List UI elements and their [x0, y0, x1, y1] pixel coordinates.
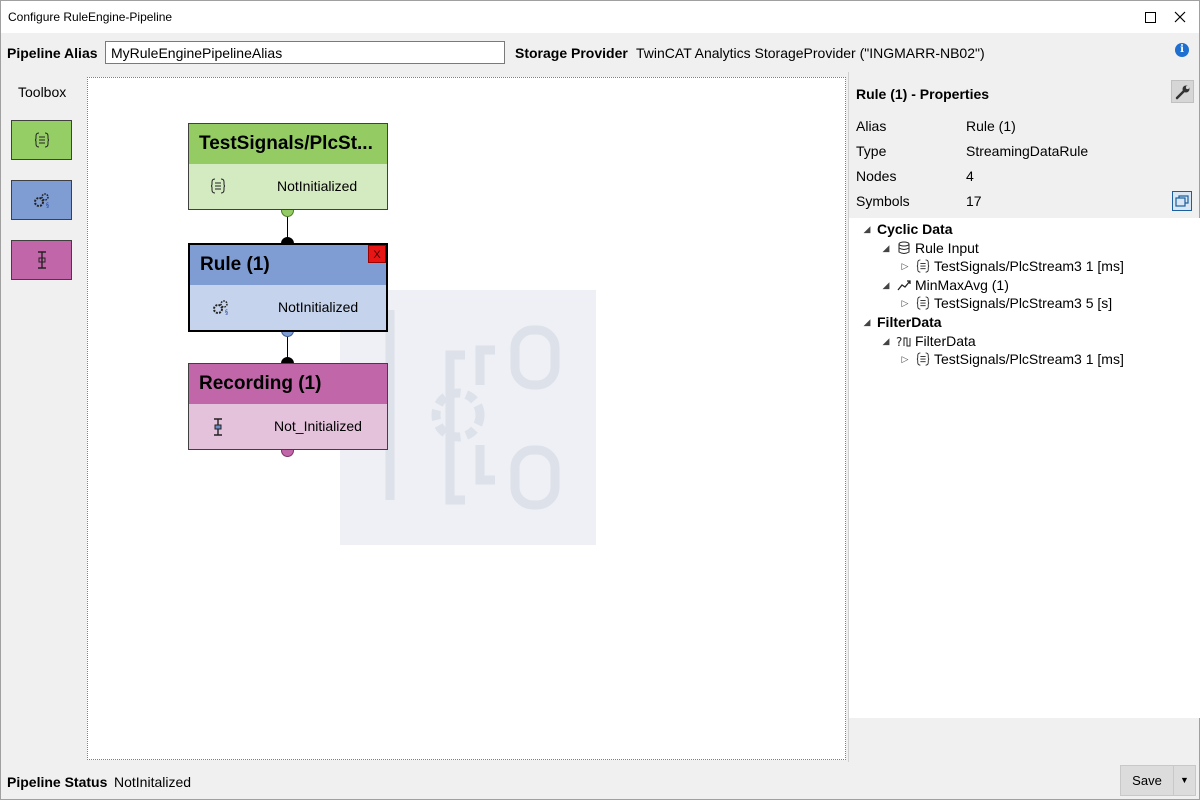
pipeline-status-value: NotInitalized — [114, 774, 192, 790]
expanded-icon[interactable]: ◢ — [880, 280, 892, 291]
tree-label: TestSignals/PlcStream3 1 [ms] — [934, 351, 1124, 367]
pipeline-canvas[interactable]: TestSignals/PlcSt... NotInitialized Rule… — [87, 77, 846, 760]
svg-text:§: § — [46, 202, 49, 208]
signal-icon — [916, 296, 930, 310]
signal-node-status: NotInitialized — [277, 178, 358, 194]
gears-icon: § — [33, 193, 49, 208]
save-dropdown-button[interactable]: ▼ — [1174, 765, 1196, 796]
signal-icon — [916, 259, 930, 273]
tree-label: Rule Input — [915, 240, 979, 256]
wrench-icon — [1175, 85, 1189, 99]
property-value: StreamingDataRule — [966, 143, 1089, 159]
signal-node-title: TestSignals/PlcSt... — [189, 124, 387, 164]
svg-text:?: ? — [896, 335, 902, 348]
property-key: Symbols — [856, 193, 910, 209]
maximize-button[interactable] — [1135, 1, 1165, 33]
recording-node-title: Recording (1) — [189, 364, 387, 404]
property-key: Alias — [856, 118, 887, 134]
minmaxavg-icon — [897, 280, 911, 291]
toolbox-signal-button[interactable] — [11, 120, 72, 160]
symbols-tree[interactable]: ◢ Cyclic Data ◢ Rule Input ▷ TestSignals… — [849, 218, 1200, 718]
tree-group-filterdata[interactable]: ◢ FilterData — [861, 313, 942, 331]
title-bar: Configure RuleEngine-Pipeline — [1, 1, 1199, 33]
info-icon[interactable]: i — [1175, 43, 1189, 57]
pipeline-status-label: Pipeline Status — [7, 774, 108, 790]
close-icon — [1174, 11, 1186, 23]
rule-node-title: Rule (1) — [190, 245, 386, 285]
collapsed-icon[interactable]: ▷ — [899, 261, 911, 272]
storage-provider-value: TwinCAT Analytics StorageProvider ("INGM… — [636, 45, 985, 61]
tree-label: TestSignals/PlcStream3 5 [s] — [934, 295, 1113, 311]
expanded-icon[interactable]: ◢ — [880, 243, 892, 254]
pipeline-header: Pipeline Alias Storage Provider TwinCAT … — [1, 34, 1199, 72]
pipeline-alias-input[interactable] — [105, 41, 505, 64]
properties-panel: Rule (1) - Properties Alias Rule (1) Typ… — [848, 72, 1200, 762]
settings-button[interactable] — [1171, 80, 1194, 103]
status-bar: Pipeline Status NotInitalized Save ▼ — [1, 762, 1199, 799]
svg-text:§: § — [225, 309, 228, 315]
database-icon — [898, 241, 910, 254]
symbols-expand-button[interactable] — [1172, 191, 1192, 211]
recording-node[interactable]: Recording (1) Not_Initialized — [188, 363, 388, 450]
tree-label: FilterData — [877, 314, 942, 330]
property-value: 4 — [966, 168, 974, 184]
signal-node[interactable]: TestSignals/PlcSt... NotInitialized — [188, 123, 388, 210]
property-key: Type — [856, 143, 887, 159]
signal-icon — [916, 352, 930, 366]
caret-down-icon: ▼ — [1180, 775, 1189, 785]
recording-icon — [37, 251, 46, 269]
storage-provider-label: Storage Provider — [515, 45, 628, 61]
rule-node-delete-button[interactable]: X — [368, 245, 386, 263]
tree-item-rule-input[interactable]: ◢ Rule Input — [880, 239, 979, 257]
property-value: 17 — [966, 193, 982, 209]
tree-item-signal[interactable]: ▷ TestSignals/PlcStream3 1 [ms] — [899, 257, 1124, 275]
tree-item-minmaxavg[interactable]: ◢ MinMaxAvg (1) — [880, 276, 1009, 294]
tree-label: MinMaxAvg (1) — [915, 277, 1009, 293]
expanded-icon[interactable]: ◢ — [880, 336, 892, 347]
expanded-icon[interactable]: ◢ — [861, 317, 873, 328]
filter-icon: ? — [896, 335, 911, 348]
recording-icon — [214, 418, 222, 436]
recording-node-status: Not_Initialized — [274, 418, 362, 434]
tree-item-signal[interactable]: ▷ TestSignals/PlcStream3 1 [ms] — [899, 350, 1124, 368]
tree-group-cyclic-data[interactable]: ◢ Cyclic Data — [861, 220, 953, 238]
properties-title: Rule (1) - Properties — [856, 86, 990, 102]
toolbox-rule-button[interactable]: § — [11, 180, 72, 220]
rule-node[interactable]: Rule (1) X § NotInitialized — [188, 243, 388, 332]
configure-pipeline-window: Configure RuleEngine-Pipeline Pipeline A… — [0, 0, 1200, 800]
collapsed-icon[interactable]: ▷ — [899, 298, 911, 309]
gears-icon: § — [213, 300, 228, 315]
rule-node-status: NotInitialized — [278, 299, 359, 315]
close-button[interactable] — [1165, 1, 1195, 33]
tree-label: Cyclic Data — [877, 221, 953, 237]
toolbox-title: Toolbox — [18, 84, 67, 100]
signal-icon — [34, 132, 49, 148]
window-title: Configure RuleEngine-Pipeline — [8, 10, 173, 24]
expanded-icon[interactable]: ◢ — [861, 224, 873, 235]
tree-item-filterdata[interactable]: ◢ ? FilterData — [880, 332, 976, 350]
pipeline-alias-label: Pipeline Alias — [7, 45, 98, 61]
toolbox-panel: Toolbox § — [1, 72, 85, 762]
window-restore-icon — [1175, 195, 1189, 207]
signal-icon — [211, 178, 225, 194]
tree-label: FilterData — [915, 333, 976, 349]
property-key: Nodes — [856, 168, 897, 184]
maximize-icon — [1144, 11, 1156, 23]
save-button[interactable]: Save — [1120, 765, 1174, 796]
tree-label: TestSignals/PlcStream3 1 [ms] — [934, 258, 1124, 274]
toolbox-recording-button[interactable] — [11, 240, 72, 280]
tree-item-signal[interactable]: ▷ TestSignals/PlcStream3 5 [s] — [899, 294, 1113, 312]
property-value: Rule (1) — [966, 118, 1016, 134]
collapsed-icon[interactable]: ▷ — [899, 354, 911, 365]
